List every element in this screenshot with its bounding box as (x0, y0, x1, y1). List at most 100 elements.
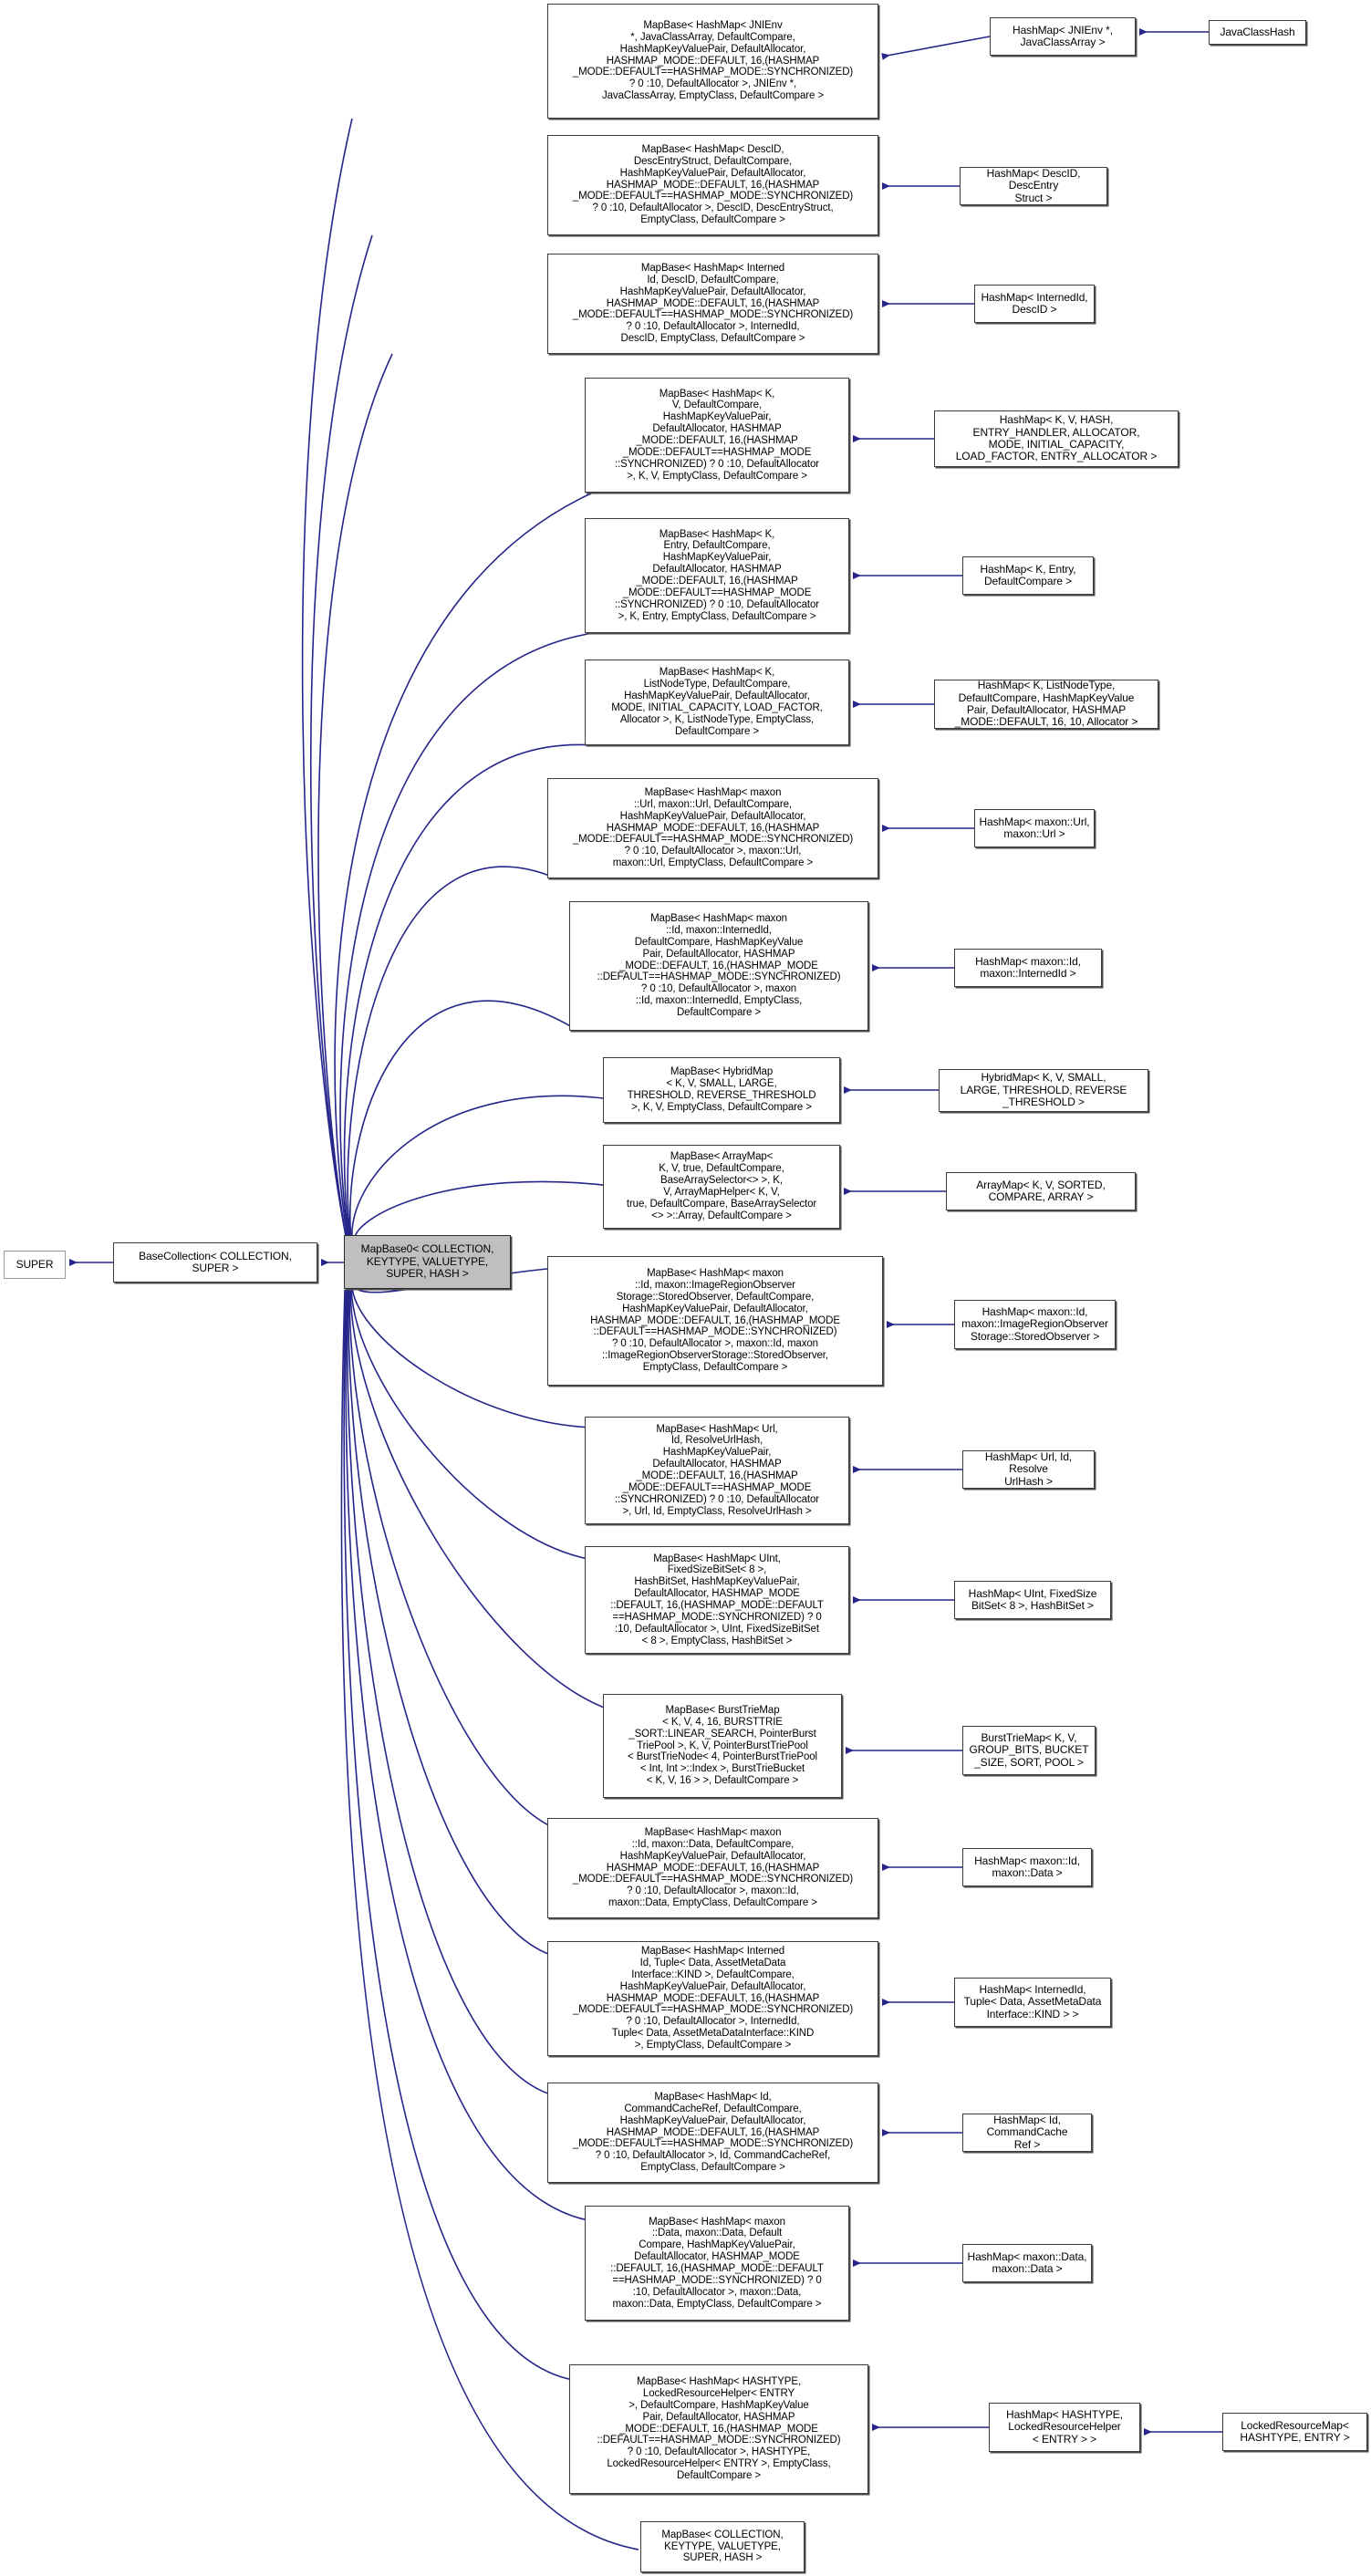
hashmap-jnienv-javaclassarray-label: HashMap< JNIEnv *, JavaClassArray > (1013, 23, 1113, 48)
hashmap-url-id-resolveurlhash[interactable]: HashMap< Url, Id, Resolve UrlHash > (962, 1450, 1095, 1489)
hashmap-maxon-url-label: HashMap< maxon::Url, maxon::Url > (979, 815, 1090, 840)
mapbase-hashmap-imageregionobserver-label: MapBase< HashMap< maxon ::Id, maxon::Ima… (590, 1268, 840, 1374)
mapbase-hashmap-k-entry[interactable]: MapBase< HashMap< K, Entry, DefaultCompa… (585, 518, 849, 633)
curve-to-mb-maxon-id-data (348, 1288, 557, 1830)
mapbase-hashmap-uint-fixedsizebitset-label: MapBase< HashMap< UInt, FixedSizeBitSet<… (610, 1553, 824, 1646)
mapbase-hashmap-descid-label: MapBase< HashMap< DescID, DescEntryStruc… (572, 143, 854, 226)
mapbase-hashmap-imageregionobserver[interactable]: MapBase< HashMap< maxon ::Id, maxon::Ima… (547, 1256, 883, 1386)
base-collection[interactable]: BaseCollection< COLLECTION, SUPER > (113, 1242, 317, 1283)
hashmap-maxon-data-data-label: HashMap< maxon::Data, maxon::Data > (967, 2249, 1087, 2275)
curve-to-mb-hybridmap (351, 1095, 612, 1240)
mapbase-collection-keytype-label: MapBase< COLLECTION, KEYTYPE, VALUETYPE,… (661, 2529, 784, 2564)
mapbase-hashmap-internedid-tuple-label: MapBase< HashMap< Interned Id, Tuple< Da… (572, 1946, 854, 2051)
mapbase-hashmap-id-commandcacheref-label: MapBase< HashMap< Id, CommandCacheRef, D… (572, 2091, 854, 2174)
hashmap-imageregionobserver[interactable]: HashMap< maxon::Id, maxon::ImageRegionOb… (954, 1300, 1116, 1349)
mapbase-hybridmap[interactable]: MapBase< HybridMap < K, V, SMALL, LARGE,… (603, 1057, 840, 1123)
curve-to-mb-k-entry (339, 632, 594, 1239)
mapbase-hashmap-url-id-resolveurlhash-label: MapBase< HashMap< Url, Id, ResolveUrlHas… (614, 1423, 820, 1517)
mapbase-hashmap-internedid-descid[interactable]: MapBase< HashMap< Interned Id, DescID, D… (547, 254, 878, 354)
mapbase-hashmap-k-listnodetype-label: MapBase< HashMap< K, ListNodeType, Defau… (611, 667, 823, 737)
mapbase0-root-label: MapBase0< COLLECTION, KEYTYPE, VALUETYPE… (360, 1242, 494, 1281)
mapbase-bursttriemap-label: MapBase< BurstTrieMap < K, V, 4, 16, BUR… (628, 1704, 817, 1787)
hashmap-maxon-url[interactable]: HashMap< maxon::Url, maxon::Url > (974, 809, 1095, 847)
hashmap-uint-fixedsizebitset-label: HashMap< UInt, FixedSize BitSet< 8 >, Ha… (968, 1586, 1097, 1612)
curve-to-mb-maxon-data (345, 1289, 594, 2222)
mapbase-hashmap-internedid-descid-label: MapBase< HashMap< Interned Id, DescID, D… (572, 262, 854, 345)
hashmap-internedid-descid[interactable]: HashMap< InternedId, DescID > (974, 285, 1095, 323)
mapbase-hashmap-hashtype-lockedresourcehelper[interactable]: MapBase< HashMap< HASHTYPE, LockedResour… (569, 2364, 868, 2494)
mapbase-hashmap-maxon-id-data-label: MapBase< HashMap< maxon ::Id, maxon::Dat… (572, 1826, 854, 1909)
mapbase-hashmap-hashtype-lockedresourcehelper-label: MapBase< HashMap< HASHTYPE, LockedResour… (597, 2376, 841, 2482)
hashmap-k-entry-label: HashMap< K, Entry, DefaultCompare > (980, 562, 1076, 587)
hashmap-url-id-resolveurlhash-label: HashMap< Url, Id, Resolve UrlHash > (984, 1450, 1073, 1488)
curve-to-mb-maxon-url (347, 866, 557, 1239)
curve-to-mb-hashtype (343, 1289, 579, 2382)
mapbase-hashmap-maxon-data-data[interactable]: MapBase< HashMap< maxon ::Data, maxon::D… (585, 2206, 849, 2321)
javaclasshash-label: JavaClassHash (1220, 25, 1295, 38)
hashmap-maxon-id-internedid[interactable]: HashMap< maxon::Id, maxon::InternedId > (954, 949, 1102, 987)
curve-to-mb-arraymap (353, 1180, 612, 1241)
mapbase-bursttriemap[interactable]: MapBase< BurstTrieMap < K, V, 4, 16, BUR… (603, 1694, 842, 1798)
hashmap-k-entry[interactable]: HashMap< K, Entry, DefaultCompare > (962, 556, 1094, 595)
mapbase-hashmap-maxon-url[interactable]: MapBase< HashMap< maxon ::Url, maxon::Ur… (547, 778, 878, 878)
mapbase-hashmap-k-entry-label: MapBase< HashMap< K, Entry, DefaultCompa… (614, 528, 820, 622)
hashmap-k-listnodetype[interactable]: HashMap< K, ListNodeType, DefaultCompare… (934, 680, 1158, 729)
base-collection-label: BaseCollection< COLLECTION, SUPER > (139, 1249, 292, 1274)
bursttriemap-node[interactable]: BurstTrieMap< K, V, GROUP_BITS, BUCKET _… (962, 1726, 1096, 1775)
hashmap-k-v-hash-label: HashMap< K, V, HASH, ENTRY_HANDLER, ALLO… (955, 413, 1158, 463)
hashmap-maxon-id-data-label: HashMap< maxon::Id, maxon::Data > (974, 1854, 1080, 1879)
mapbase-collection-keytype[interactable]: MapBase< COLLECTION, KEYTYPE, VALUETYPE,… (640, 2521, 805, 2572)
mapbase-hashmap-jnienv-label: MapBase< HashMap< JNIEnv *, JavaClassArr… (572, 19, 854, 102)
mapbase0-root[interactable]: MapBase0< COLLECTION, KEYTYPE, VALUETYPE… (344, 1235, 511, 1289)
mapbase-hashmap-internedid-tuple[interactable]: MapBase< HashMap< Interned Id, Tuple< Da… (547, 1941, 878, 2056)
mapbase-arraymap-label: MapBase< ArrayMap< K, V, true, DefaultCo… (626, 1151, 817, 1221)
mapbase-hashmap-maxon-id-internedid[interactable]: MapBase< HashMap< maxon ::Id, maxon::Int… (569, 901, 868, 1031)
hashmap-hashtype-lockedresourcehelper-label: HashMap< HASHTYPE, LockedResourceHelper … (1006, 2407, 1123, 2446)
mapbase-hashmap-maxon-url-label: MapBase< HashMap< maxon ::Url, maxon::Ur… (572, 786, 854, 869)
hashmap-id-commandcacheref[interactable]: HashMap< Id, CommandCache Ref > (962, 2114, 1092, 2152)
mapbase-arraymap[interactable]: MapBase< ArrayMap< K, V, true, DefaultCo… (603, 1145, 840, 1229)
hashmap-maxon-data-data[interactable]: HashMap< maxon::Data, maxon::Data > (962, 2244, 1092, 2282)
hashmap-k-listnodetype-label: HashMap< K, ListNodeType, DefaultCompare… (954, 680, 1138, 729)
hashmap-internedid-tuple[interactable]: HashMap< InternedId, Tuple< Data, AssetM… (954, 1978, 1111, 2027)
inheritance-diagram: SUPER BaseCollection< COLLECTION, SUPER >… (0, 0, 1371, 2576)
hashmap-maxon-id-internedid-label: HashMap< maxon::Id, maxon::InternedId > (975, 954, 1081, 980)
hybridmap-node-label: HybridMap< K, V, SMALL, LARGE, THRESHOLD… (960, 1071, 1127, 1109)
hybridmap-node[interactable]: HybridMap< K, V, SMALL, LARGE, THRESHOLD… (939, 1069, 1148, 1112)
curve-to-mb-maxon-id-internedid (348, 1000, 579, 1239)
curve-to-mb-descid (309, 234, 373, 1241)
arraymap-node-label: ArrayMap< K, V, SORTED, COMPARE, ARRAY > (976, 1178, 1106, 1203)
hashmap-id-commandcacheref-label: HashMap< Id, CommandCache Ref > (986, 2114, 1068, 2151)
curve-to-mb-jnienv (301, 118, 353, 1241)
mapbase-hashmap-jnienv[interactable]: MapBase< HashMap< JNIEnv *, JavaClassArr… (547, 4, 878, 119)
mapbase-hashmap-k-v[interactable]: MapBase< HashMap< K, V, DefaultCompare, … (585, 378, 849, 493)
mapbase-hashmap-descid[interactable]: MapBase< HashMap< DescID, DescEntryStruc… (547, 135, 878, 235)
hashmap-internedid-tuple-label: HashMap< InternedId, Tuple< Data, AssetM… (963, 1982, 1102, 2020)
javaclasshash[interactable]: JavaClassHash (1209, 20, 1306, 45)
mapbase-hybridmap-label: MapBase< HybridMap < K, V, SMALL, LARGE,… (627, 1066, 816, 1113)
mapbase-hashmap-maxon-id-data[interactable]: MapBase< HashMap< maxon ::Id, maxon::Dat… (547, 1818, 878, 1918)
hashmap-descid-descentrystruct-label: HashMap< DescID, DescEntry Struct > (986, 167, 1081, 204)
edge-hm-jnienv-to-mb (881, 36, 991, 60)
hashmap-maxon-id-data[interactable]: HashMap< maxon::Id, maxon::Data > (962, 1848, 1092, 1886)
mapbase-hashmap-id-commandcacheref[interactable]: MapBase< HashMap< Id, CommandCacheRef, D… (547, 2083, 878, 2183)
mapbase-hashmap-maxon-data-data-label: MapBase< HashMap< maxon ::Data, maxon::D… (610, 2216, 824, 2310)
mapbase-hashmap-maxon-id-internedid-label: MapBase< HashMap< maxon ::Id, maxon::Int… (597, 913, 841, 1019)
mapbase-hashmap-url-id-resolveurlhash[interactable]: MapBase< HashMap< Url, Id, ResolveUrlHas… (585, 1417, 849, 1524)
hashmap-jnienv-javaclassarray[interactable]: HashMap< JNIEnv *, JavaClassArray > (990, 17, 1136, 56)
mapbase-hashmap-uint-fixedsizebitset[interactable]: MapBase< HashMap< UInt, FixedSizeBitSet<… (585, 1546, 849, 1654)
super-label: SUPER (16, 1257, 54, 1271)
mapbase-hashmap-k-v-label: MapBase< HashMap< K, V, DefaultCompare, … (614, 388, 820, 482)
arraymap-node[interactable]: ArrayMap< K, V, SORTED, COMPARE, ARRAY > (946, 1172, 1136, 1210)
hashmap-descid-descentrystruct[interactable]: HashMap< DescID, DescEntry Struct > (960, 167, 1107, 205)
mapbase-hashmap-k-listnodetype[interactable]: MapBase< HashMap< K, ListNodeType, Defau… (585, 660, 849, 745)
curve-to-mb-internedid-descid (317, 353, 393, 1241)
super[interactable]: SUPER (4, 1251, 66, 1279)
hashmap-internedid-descid-label: HashMap< InternedId, DescID > (981, 290, 1088, 316)
hashmap-k-v-hash[interactable]: HashMap< K, V, HASH, ENTRY_HANDLER, ALLO… (934, 410, 1179, 467)
curve-to-mb-id-commandcacheref (346, 1289, 557, 2097)
hashmap-hashtype-lockedresourcehelper[interactable]: HashMap< HASHTYPE, LockedResourceHelper … (989, 2403, 1140, 2452)
hashmap-uint-fixedsizebitset[interactable]: HashMap< UInt, FixedSize BitSet< 8 >, Ha… (954, 1581, 1111, 1619)
bursttriemap-node-label: BurstTrieMap< K, V, GROUP_BITS, BUCKET _… (969, 1730, 1089, 1769)
lockedresourcemap-node[interactable]: LockedResourceMap< HASHTYPE, ENTRY > (1222, 2413, 1367, 2451)
